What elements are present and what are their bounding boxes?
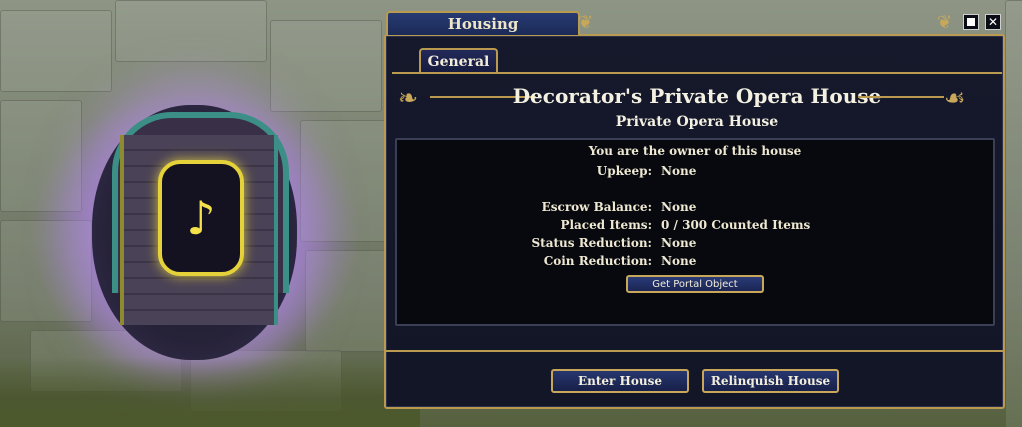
owner-message: You are the owner of this house bbox=[588, 144, 802, 158]
detail-row-escrow-balance: Escrow Balance: None bbox=[395, 200, 995, 216]
scroll-ornament-right-icon: ☙ bbox=[944, 84, 966, 112]
detail-label: Upkeep: bbox=[596, 164, 652, 178]
tab-general[interactable]: General bbox=[419, 48, 498, 73]
tab-divider bbox=[392, 72, 1002, 74]
detail-value: None bbox=[661, 200, 697, 214]
get-portal-object-button[interactable]: Get Portal Object bbox=[626, 275, 764, 293]
detail-value: None bbox=[661, 254, 697, 268]
window-title: Housing bbox=[447, 15, 519, 33]
detail-label: Coin Reduction: bbox=[543, 254, 652, 268]
detail-label: Escrow Balance: bbox=[541, 200, 652, 214]
wall-stone bbox=[270, 20, 382, 112]
wall-stone bbox=[1005, 0, 1022, 427]
minimize-button[interactable] bbox=[963, 14, 979, 30]
title-ornament-icon: ❦ bbox=[937, 12, 953, 33]
wall-stone bbox=[0, 10, 112, 92]
wall-stone bbox=[0, 220, 92, 322]
detail-row-placed-items: Placed Items: 0 / 300 Counted Items bbox=[395, 218, 995, 234]
close-icon: ✕ bbox=[987, 15, 999, 29]
detail-label: Placed Items: bbox=[560, 218, 652, 232]
minimize-icon bbox=[967, 18, 975, 26]
close-button[interactable]: ✕ bbox=[985, 14, 1001, 30]
window-title-tab[interactable]: Housing bbox=[386, 11, 580, 35]
detail-value: 0 / 300 Counted Items bbox=[661, 218, 811, 232]
enter-house-button[interactable]: Enter House bbox=[551, 369, 689, 393]
grass bbox=[0, 357, 420, 427]
wall-stone bbox=[0, 100, 82, 212]
wall-stone bbox=[305, 250, 386, 352]
tab-general-label: General bbox=[427, 53, 490, 70]
detail-value: None bbox=[661, 164, 697, 178]
wall-stone bbox=[300, 120, 386, 242]
opera-harp-plaque-icon: ♪ bbox=[158, 160, 244, 276]
wall-stone bbox=[115, 0, 267, 62]
detail-label: Status Reduction: bbox=[531, 236, 652, 250]
detail-row-status-reduction: Status Reduction: None bbox=[395, 236, 995, 252]
relinquish-house-button[interactable]: Relinquish House bbox=[702, 369, 839, 393]
detail-row-upkeep: Upkeep: None bbox=[395, 164, 995, 180]
footer-divider bbox=[386, 350, 1003, 352]
detail-value: None bbox=[661, 236, 697, 250]
detail-row-coin-reduction: Coin Reduction: None bbox=[395, 254, 995, 270]
title-ornament-icon: ❦ bbox=[578, 12, 594, 33]
house-type: Private Opera House bbox=[615, 114, 779, 130]
heading-rule-right bbox=[858, 96, 944, 98]
